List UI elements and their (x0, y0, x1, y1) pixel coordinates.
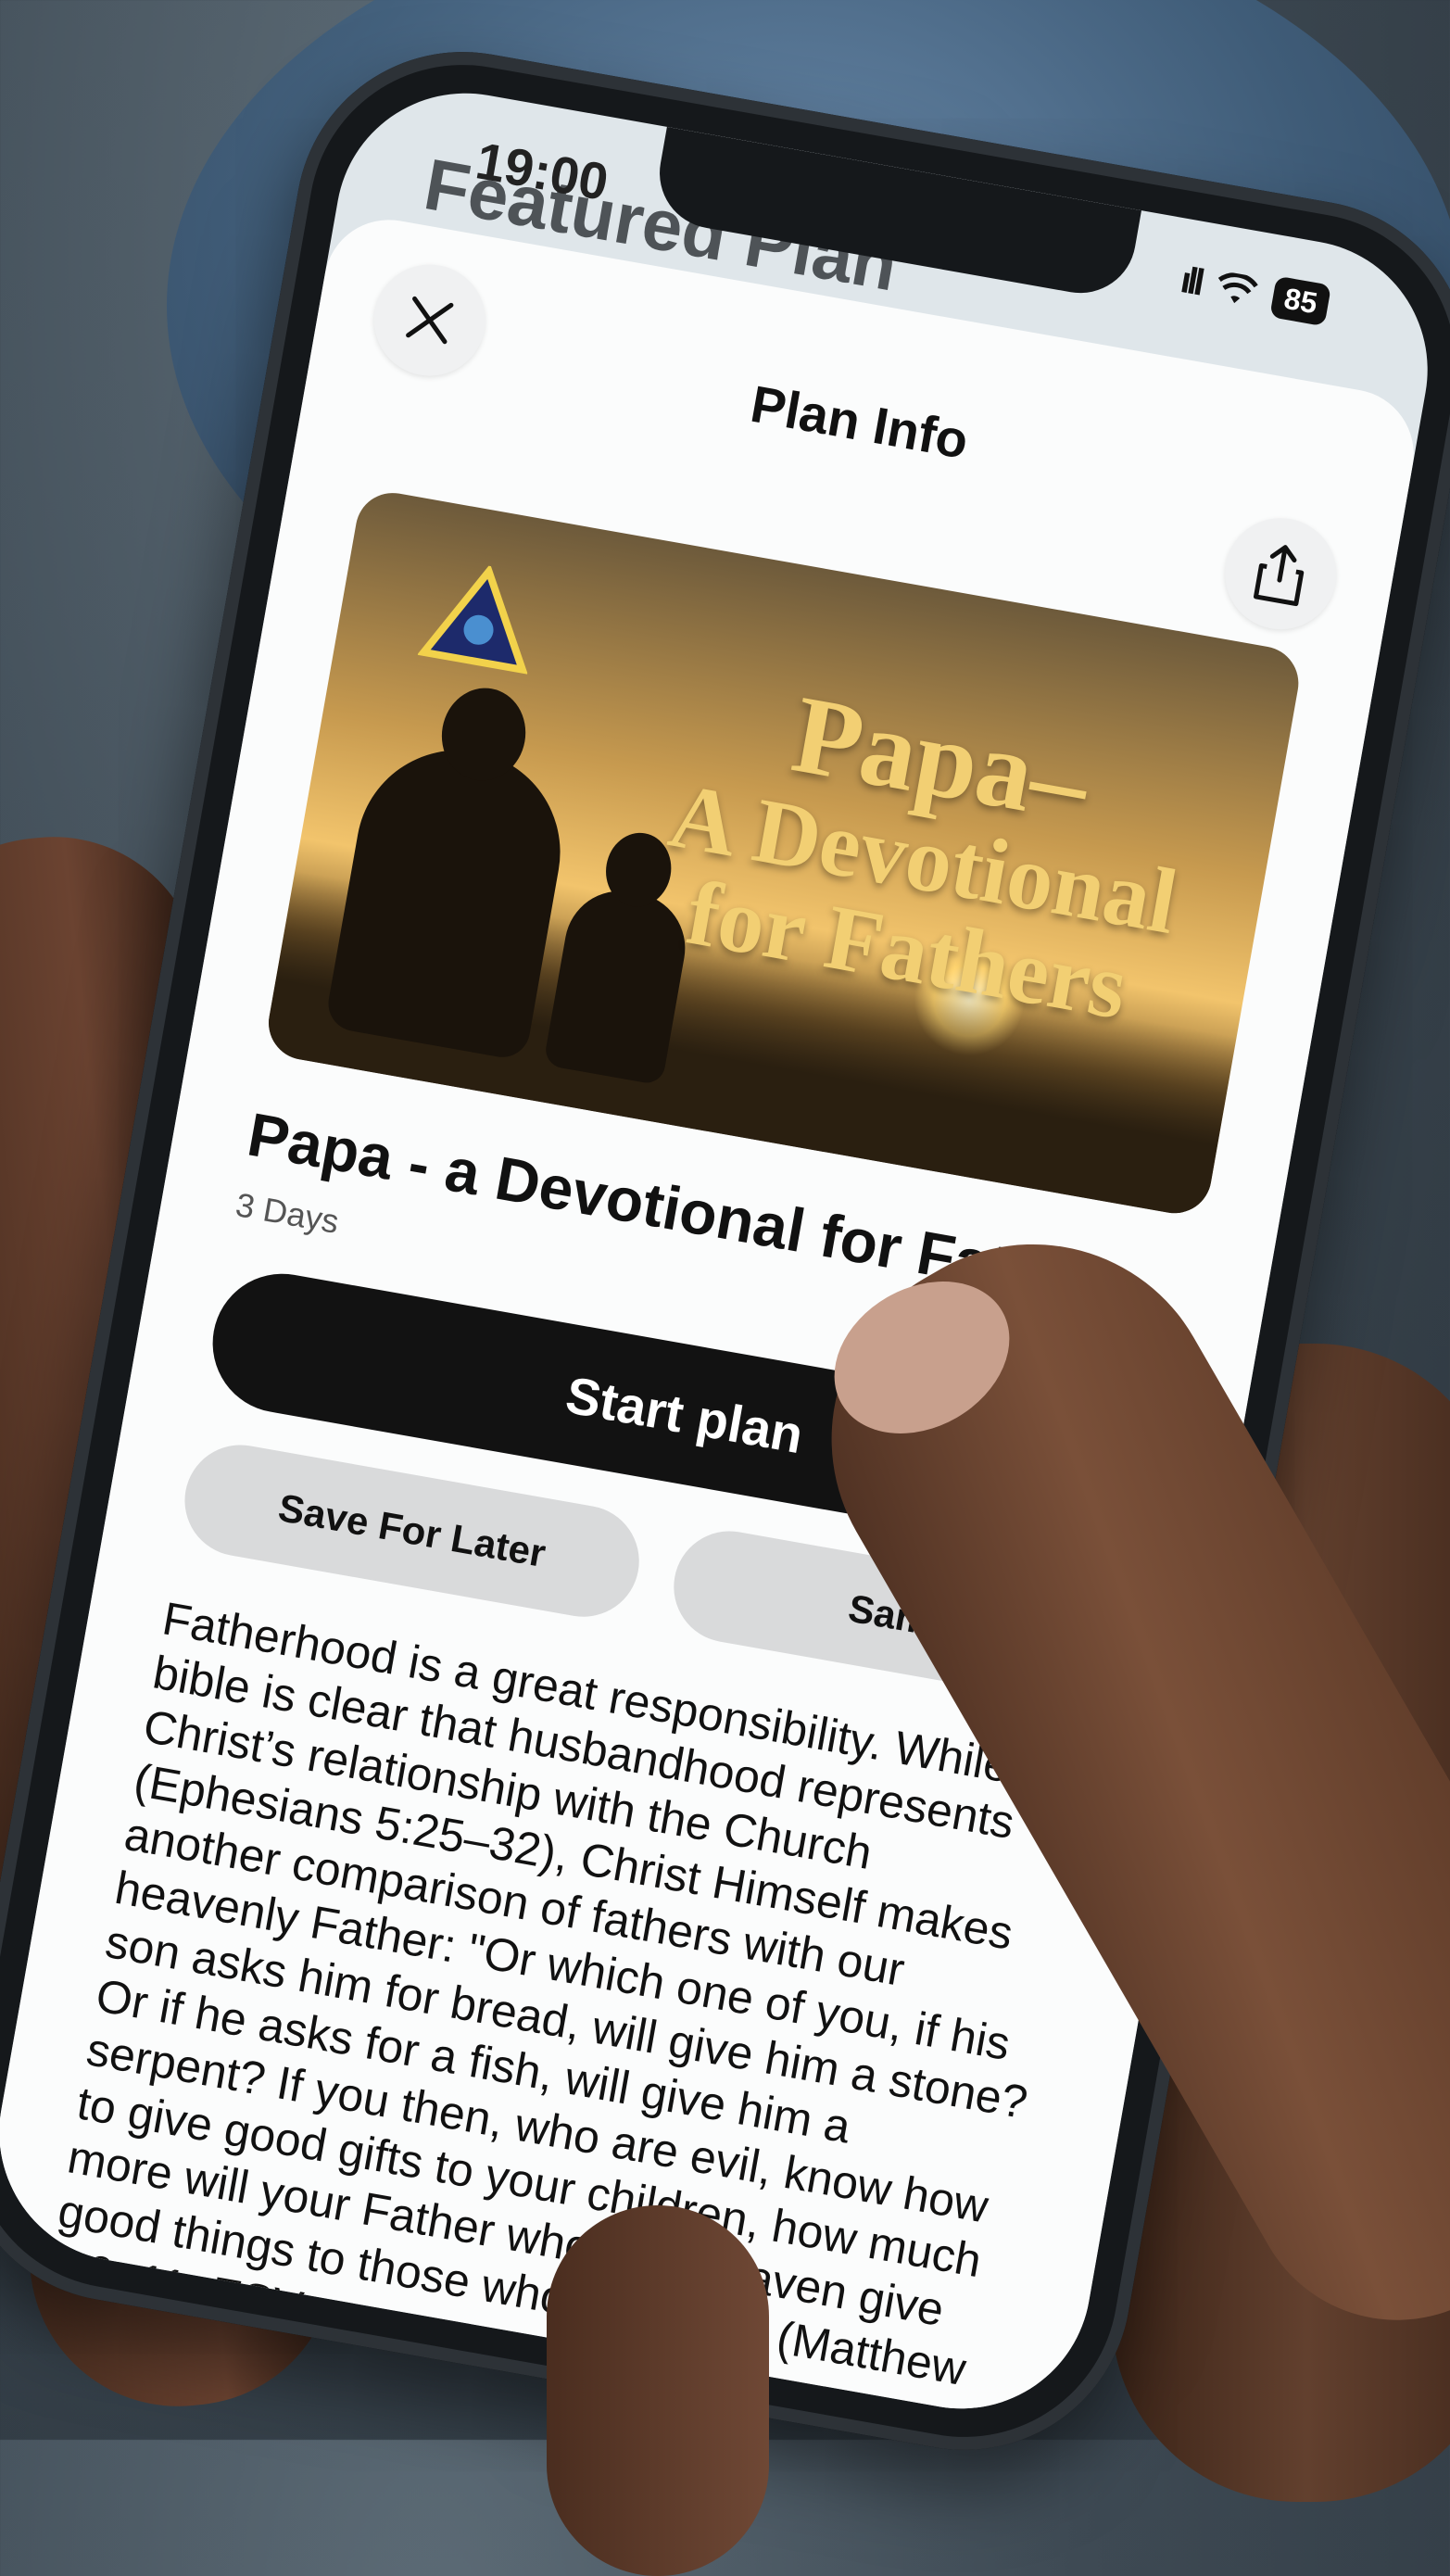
share-icon (1254, 545, 1305, 607)
wifi-icon (1218, 271, 1259, 303)
status-icons: ıll 85 (1177, 259, 1332, 327)
plan-cover-image: Papa– A Devotional for Fathers (262, 486, 1305, 1219)
bottom-finger (547, 2205, 769, 2576)
battery-indicator: 85 (1269, 275, 1332, 327)
status-time: 19:00 (472, 131, 613, 212)
plan-duration: 3 Days (233, 1185, 342, 1241)
signal-icon: ıll (1177, 259, 1204, 304)
church-logo (417, 563, 528, 675)
